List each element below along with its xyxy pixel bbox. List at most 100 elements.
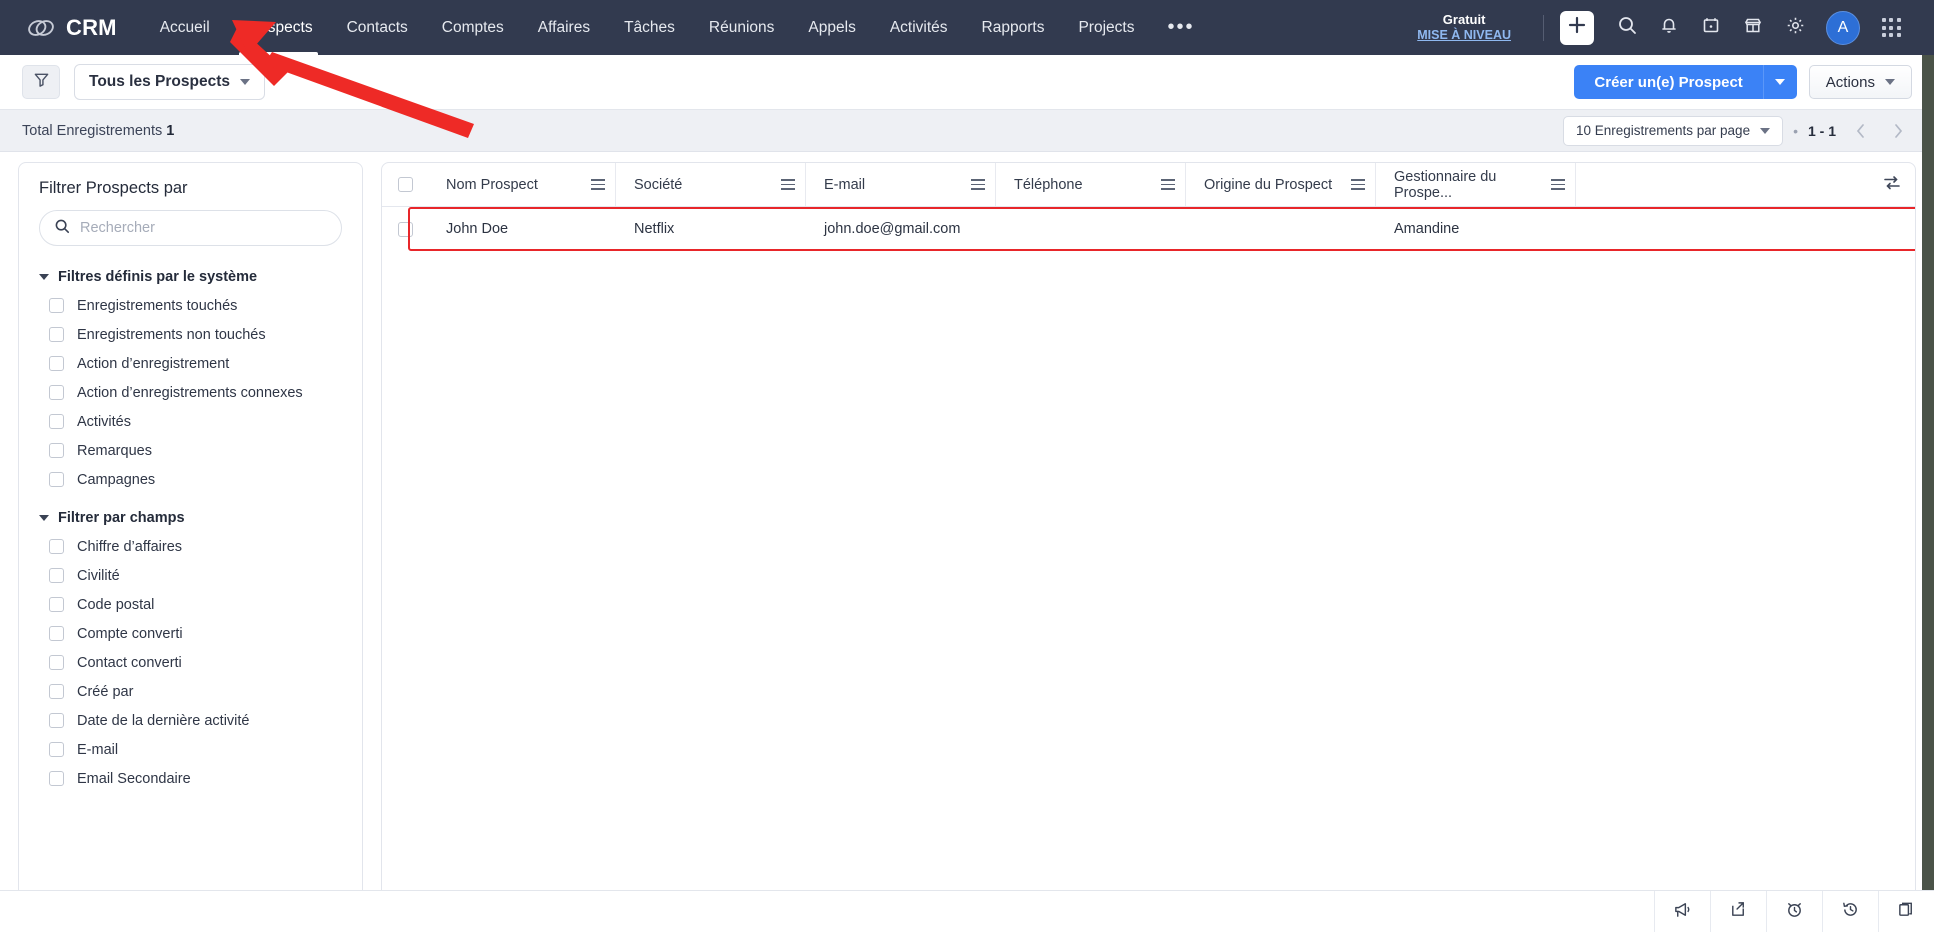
column-header-email[interactable]: E-mail	[806, 163, 996, 206]
nav-item-rapports[interactable]: Rapports	[965, 0, 1062, 55]
alarm-button[interactable]	[1766, 891, 1822, 932]
add-new-button[interactable]	[1560, 10, 1594, 45]
filter-item-enregistrements-touches[interactable]: Enregistrements touchés	[19, 291, 362, 320]
column-settings-button[interactable]	[1869, 163, 1915, 206]
history-button[interactable]	[1822, 891, 1878, 932]
nav-item-affaires[interactable]: Affaires	[521, 0, 607, 55]
create-prospect-dropdown-button[interactable]	[1762, 65, 1797, 99]
column-menu-icon[interactable]	[971, 179, 985, 190]
column-menu-icon[interactable]	[781, 179, 795, 190]
cell-gestionnaire[interactable]: Amandine	[1376, 207, 1576, 251]
sidebar-search-input[interactable]	[80, 220, 327, 236]
checkbox[interactable]	[49, 443, 64, 458]
filter-item-action-enregistrements-connexes[interactable]: Action d’enregistrements connexes	[19, 378, 362, 407]
checkbox[interactable]	[49, 472, 64, 487]
filter-item-label: Date de la dernière activité	[77, 712, 250, 729]
nav-item-prospects[interactable]: Prospects	[227, 0, 330, 55]
marketplace-button[interactable]	[1734, 9, 1772, 47]
settings-button[interactable]	[1776, 9, 1814, 47]
cell-nom-prospect[interactable]: John Doe	[428, 207, 616, 251]
filter-item-label: Contact converti	[77, 654, 182, 671]
checkbox[interactable]	[49, 597, 64, 612]
cell-origine[interactable]	[1186, 207, 1376, 251]
nav-item-activites[interactable]: Activités	[873, 0, 965, 55]
brand-logo-area[interactable]: CRM	[18, 13, 117, 43]
checkbox[interactable]	[49, 298, 64, 313]
upgrade-block[interactable]: Gratuit MISE À NIVEAU	[1417, 12, 1511, 44]
nav-more-icon[interactable]: •••	[1151, 0, 1210, 55]
notifications-button[interactable]	[1650, 9, 1688, 47]
checkbox[interactable]	[49, 626, 64, 641]
checkbox[interactable]	[49, 713, 64, 728]
filter-toggle-button[interactable]	[22, 65, 60, 99]
filter-item-action-enregistrement[interactable]: Action d’enregistrement	[19, 349, 362, 378]
filter-item-email[interactable]: E-mail	[19, 735, 362, 764]
filter-group-system[interactable]: Filtres définis par le système	[19, 260, 362, 291]
checkbox[interactable]	[49, 356, 64, 371]
search-button[interactable]	[1608, 9, 1646, 47]
view-selector-dropdown[interactable]: Tous les Prospects	[74, 64, 265, 100]
upgrade-link[interactable]: MISE À NIVEAU	[1417, 28, 1511, 44]
checkbox[interactable]	[49, 771, 64, 786]
filter-item-enregistrements-non-touches[interactable]: Enregistrements non touchés	[19, 320, 362, 349]
announcements-button[interactable]	[1654, 891, 1710, 932]
column-header-telephone[interactable]: Téléphone	[996, 163, 1186, 206]
checkbox[interactable]	[49, 655, 64, 670]
actions-dropdown-button[interactable]: Actions	[1808, 65, 1912, 99]
select-all-header[interactable]	[382, 163, 428, 206]
column-header-origine-prospect[interactable]: Origine du Prospect	[1186, 163, 1376, 206]
filter-item-activites[interactable]: Activités	[19, 407, 362, 436]
row-select-checkbox-cell[interactable]	[382, 207, 428, 251]
create-prospect-button[interactable]: Créer un(e) Prospect	[1574, 65, 1763, 99]
nav-item-appels[interactable]: Appels	[791, 0, 872, 55]
share-note-button[interactable]	[1710, 891, 1766, 932]
checkbox[interactable]	[49, 568, 64, 583]
filter-item-label: Email Secondaire	[77, 770, 191, 787]
checkbox[interactable]	[49, 414, 64, 429]
filter-item-campagnes[interactable]: Campagnes	[19, 465, 362, 494]
column-menu-icon[interactable]	[1161, 179, 1175, 190]
filter-item-chiffre-daffaires[interactable]: Chiffre d’affaires	[19, 532, 362, 561]
column-header-nom-prospect[interactable]: Nom Prospect	[428, 163, 616, 206]
cell-email[interactable]: john.doe@gmail.com	[806, 207, 996, 251]
checkbox[interactable]	[49, 539, 64, 554]
column-menu-icon[interactable]	[591, 179, 605, 190]
column-header-gestionnaire-prospect[interactable]: Gestionnaire du Prospe...	[1376, 163, 1576, 206]
sidebar-search-box[interactable]	[39, 210, 342, 246]
checkbox[interactable]	[397, 221, 413, 237]
next-page-button[interactable]	[1884, 117, 1912, 145]
records-per-page-dropdown[interactable]: 10 Enregistrements par page	[1562, 115, 1784, 146]
checkbox[interactable]	[49, 684, 64, 699]
nav-item-reunions[interactable]: Réunions	[692, 0, 792, 55]
checkbox[interactable]	[49, 385, 64, 400]
filter-item-date-derniere-activite[interactable]: Date de la dernière activité	[19, 706, 362, 735]
filter-item-civilite[interactable]: Civilité	[19, 561, 362, 590]
nav-item-accueil[interactable]: Accueil	[143, 0, 227, 55]
column-header-societe[interactable]: Société	[616, 163, 806, 206]
cell-telephone[interactable]	[996, 207, 1186, 251]
nav-item-taches[interactable]: Tâches	[607, 0, 692, 55]
checkbox[interactable]	[397, 177, 413, 192]
filter-item-remarques[interactable]: Remarques	[19, 436, 362, 465]
copy-button[interactable]	[1878, 891, 1934, 932]
apps-grid-button[interactable]	[1872, 9, 1910, 47]
checkbox[interactable]	[49, 327, 64, 342]
cell-societe[interactable]: Netflix	[616, 207, 806, 251]
filter-item-label: Créé par	[77, 683, 134, 700]
filter-item-compte-converti[interactable]: Compte converti	[19, 619, 362, 648]
filter-item-cree-par[interactable]: Créé par	[19, 677, 362, 706]
checkbox[interactable]	[49, 742, 64, 757]
nav-item-comptes[interactable]: Comptes	[425, 0, 521, 55]
filter-item-code-postal[interactable]: Code postal	[19, 590, 362, 619]
nav-item-projects[interactable]: Projects	[1061, 0, 1151, 55]
filter-group-fields[interactable]: Filtrer par champs	[19, 494, 362, 532]
calendar-button[interactable]	[1692, 9, 1730, 47]
column-menu-icon[interactable]	[1551, 179, 1565, 190]
previous-page-button[interactable]	[1846, 117, 1874, 145]
user-avatar[interactable]: A	[1826, 10, 1860, 45]
nav-item-contacts[interactable]: Contacts	[330, 0, 425, 55]
column-menu-icon[interactable]	[1351, 179, 1365, 190]
table-row[interactable]: John Doe Netflix john.doe@gmail.com Aman…	[382, 207, 1915, 251]
filter-item-contact-converti[interactable]: Contact converti	[19, 648, 362, 677]
filter-item-email-secondaire[interactable]: Email Secondaire	[19, 764, 362, 793]
